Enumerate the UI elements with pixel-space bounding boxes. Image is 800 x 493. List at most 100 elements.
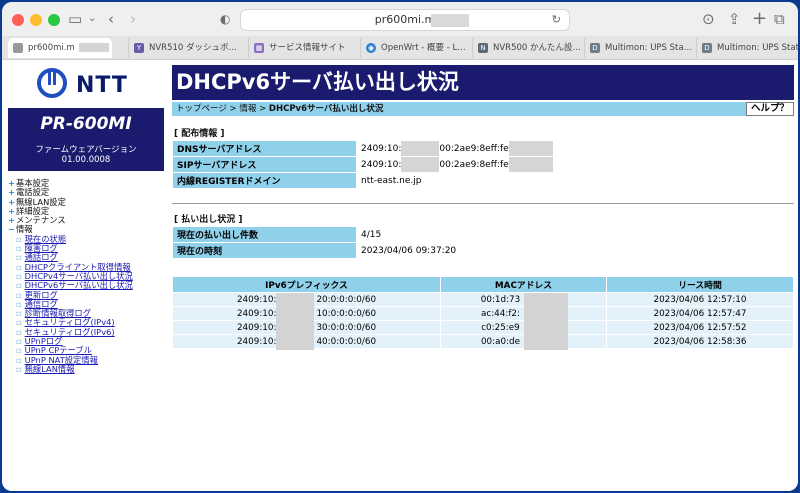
model-name: PR-600MI	[40, 114, 132, 134]
submenu-item[interactable]: ▫ 無線LAN情報	[8, 363, 168, 374]
mac-start: 00:a0:de	[480, 336, 521, 347]
sidebar-toggle-icon[interactable]: ▭	[68, 10, 82, 28]
table-row: 現在の時刻 2023/04/06 09:37:20	[172, 242, 794, 259]
openwrt-icon: ◉	[366, 43, 376, 53]
domain-label: 内線REGISTERドメイン	[172, 172, 357, 189]
bullet-icon: ▫	[16, 363, 22, 374]
tab-nvr500[interactable]: N NVR500 かんたん設…	[472, 38, 584, 58]
prefix-end: 40:0:0:0:0/60	[316, 336, 377, 347]
url-text: pr600mi.m	[374, 13, 436, 26]
zoom-window-button[interactable]	[48, 14, 60, 26]
title-bar: ▭ ⌄ ‹ › ◐ pr600mi.m ↻ ⊙ ⇪ + ⧉	[2, 2, 798, 36]
reload-icon[interactable]: ↻	[552, 13, 561, 26]
prefix-start: 2409:10:	[236, 308, 277, 319]
current-time-label: 現在の時刻	[172, 242, 357, 259]
chevron-down-icon[interactable]: ⌄	[88, 10, 96, 28]
back-icon[interactable]: ‹	[108, 10, 114, 28]
tab-nvr510[interactable]: Y NVR510 ダッシュボ…	[128, 38, 240, 58]
redaction	[401, 141, 440, 156]
forward-icon[interactable]: ›	[130, 10, 136, 28]
tab-multimon-1[interactable]: D Multimon: UPS Sta…	[584, 38, 696, 58]
bullet-icon: ▫	[16, 280, 22, 291]
table-row: 2409:10: 10:0:0:0:0/60 ac:44:f2: 2023/04/06…	[172, 306, 794, 321]
table-row: 2409:10: 20:0:0:0:0/60 00:1d:73 2023/04/06 …	[172, 292, 794, 307]
help-button[interactable]: ヘルプ？	[745, 102, 794, 116]
breadcrumb-separator: >	[259, 104, 267, 114]
tab-label: pr600mi.m	[28, 43, 75, 53]
redaction	[401, 157, 440, 172]
tab-label: Multimon: UPS Stat…	[717, 43, 798, 53]
tab-multimon-2[interactable]: D Multimon: UPS Stat…	[696, 38, 798, 58]
new-tab-icon[interactable]: +	[752, 10, 767, 28]
prefix-end: 30:0:0:0:0/60	[316, 322, 377, 333]
sip-label: SIPサーバアドレス	[172, 156, 357, 173]
multimon-icon: D	[702, 43, 712, 53]
table-row: 2409:10: 30:0:0:0:0/60 c0:25:e9 2023/04/06 …	[172, 320, 794, 335]
ntt-emblem-icon	[37, 68, 67, 98]
minimize-window-button[interactable]	[30, 14, 42, 26]
bullet-icon: ▫	[16, 345, 22, 356]
tab-openwrt[interactable]: ◉ OpenWrt - 概要 - L…	[360, 38, 472, 58]
lease-count-value: 4/15	[356, 226, 794, 243]
dns-suffix: 00:2ae9:8eff:fe	[439, 144, 509, 154]
ntt-logo: NTT	[36, 68, 136, 98]
redaction	[276, 293, 314, 350]
collapse-icon: −	[8, 224, 15, 235]
prefix-end: 20:0:0:0:0/60	[316, 294, 377, 305]
tab-bar: pr600mi.m Y NVR510 ダッシュボ… ▦ サービス情報サイト ◉ …	[2, 36, 798, 60]
lease-time-cell: 2023/04/06 12:58:36	[606, 334, 794, 349]
tab-overview-icon[interactable]: ⧉	[774, 10, 785, 28]
sidebar: NTT PR-600MI ファームウェアバージョン 01.00.0008 +基本…	[2, 60, 169, 491]
column-header-prefix: IPv6プレフィックス	[172, 276, 441, 293]
nav-menu: +基本設定 +電話設定 +無線LAN設定 +詳細設定 +メンテナンス −情報 ▫…	[8, 178, 168, 374]
prefix-start: 2409:10:	[236, 294, 277, 305]
firmware-label: ファームウェアバージョン	[35, 145, 137, 155]
prefix-start: 2409:10:	[236, 322, 277, 333]
lease-table: IPv6プレフィックス MACアドレス リース時間 2409:10: 20:0:0…	[172, 276, 794, 349]
sip-suffix: 00:2ae9:8eff:fe	[439, 160, 509, 170]
nvr-icon: N	[478, 43, 488, 53]
close-window-button[interactable]	[12, 14, 24, 26]
section-divider	[172, 203, 794, 204]
mac-start: c0:25:e9	[481, 322, 520, 333]
download-icon[interactable]: ⊙	[702, 10, 715, 28]
lease-table-body: 2409:10: 20:0:0:0:0/60 00:1d:73 2023/04/06 …	[172, 292, 794, 349]
tab-pr600mi[interactable]: pr600mi.m	[8, 38, 112, 58]
tab-service-info[interactable]: ▦ サービス情報サイト	[248, 38, 360, 58]
browser-window: ▭ ⌄ ‹ › ◐ pr600mi.m ↻ ⊙ ⇪ + ⧉ pr600mi.m …	[2, 2, 798, 491]
multimon-icon: D	[590, 43, 600, 53]
tab-label: NVR510 ダッシュボ…	[149, 43, 238, 53]
privacy-shield-icon[interactable]: ◐	[220, 10, 230, 28]
table-row: SIPサーバアドレス 2409:10: 00:2ae9:8eff:fe	[172, 156, 794, 173]
share-icon[interactable]: ⇪	[728, 10, 741, 28]
lease-time-cell: 2023/04/06 12:57:10	[606, 292, 794, 307]
breadcrumb: トップページ > 情報 > DHCPv6サーバ払い出し状況	[172, 102, 794, 116]
lease-time-cell: 2023/04/06 12:57:47	[606, 306, 794, 321]
bullet-icon: ▫	[16, 317, 22, 328]
main-panel: DHCPv6サーバ払い出し状況 トップページ > 情報 > DHCPv6サーバ払…	[172, 60, 794, 491]
breadcrumb-info[interactable]: 情報	[239, 104, 256, 114]
url-redaction	[431, 14, 469, 27]
tab-label: Multimon: UPS Sta…	[605, 43, 693, 53]
table-row: 2409:10: 40:0:0:0:0/60 00:a0:de 2023/04/06 …	[172, 334, 794, 349]
domain-value: ntt-east.ne.jp	[356, 172, 794, 189]
prefix-end: 10:0:0:0:0/60	[316, 308, 377, 319]
status-table: 現在の払い出し件数 4/15 現在の時刻 2023/04/06 09:37:20	[172, 226, 794, 259]
redaction	[524, 293, 568, 350]
ntt-logo-text: NTT	[76, 73, 128, 98]
sip-value: 2409:10: 00:2ae9:8eff:fe	[356, 156, 794, 173]
lease-section-title: [ 払い出し状況 ]	[174, 215, 243, 225]
table-header-row: IPv6プレフィックス MACアドレス リース時間	[172, 276, 794, 293]
current-time-value: 2023/04/06 09:37:20	[356, 242, 794, 259]
address-bar[interactable]: pr600mi.m ↻	[240, 9, 570, 31]
lease-time-cell: 2023/04/06 12:57:52	[606, 320, 794, 335]
firmware-version: 01.00.0008	[61, 155, 111, 165]
breadcrumb-top[interactable]: トップページ	[176, 104, 227, 114]
table-row: 現在の払い出し件数 4/15	[172, 226, 794, 243]
distribution-table: DNSサーバアドレス 2409:10: 00:2ae9:8eff:fe SIPサー…	[172, 140, 794, 189]
dns-label: DNSサーバアドレス	[172, 140, 357, 157]
dns-value: 2409:10: 00:2ae9:8eff:fe	[356, 140, 794, 157]
submenu-link[interactable]: 無線LAN情報	[25, 364, 75, 374]
column-header-lease-time: リース時間	[606, 276, 794, 293]
tab-redaction	[79, 43, 110, 52]
